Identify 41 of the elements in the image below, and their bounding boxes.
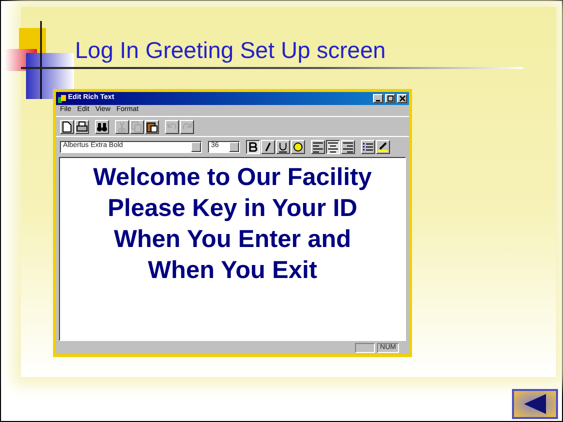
highlighter-button[interactable] <box>376 140 390 154</box>
bold-icon <box>247 140 259 152</box>
close-icon <box>398 95 406 102</box>
clipboard-icon <box>146 120 158 132</box>
document-text-line: When You Enter and <box>114 225 352 255</box>
highlighter-icon <box>377 140 389 152</box>
underline-icon <box>277 140 289 152</box>
bullets-icon <box>362 140 374 152</box>
copy-icon <box>131 120 143 132</box>
underline-button[interactable] <box>276 140 290 154</box>
maximize-button[interactable] <box>385 94 395 103</box>
new-document-icon <box>61 120 73 132</box>
align-right-button[interactable] <box>341 140 355 154</box>
new-document-button[interactable] <box>60 120 74 134</box>
close-button[interactable] <box>397 94 407 103</box>
bold-button[interactable] <box>246 140 260 154</box>
binoculars-button[interactable] <box>95 120 109 134</box>
align-center-button[interactable] <box>326 140 340 154</box>
align-right-icon <box>342 140 354 152</box>
back-button[interactable] <box>512 389 558 419</box>
minimize-button[interactable] <box>373 94 383 103</box>
printer-button[interactable] <box>75 120 89 134</box>
color-icon <box>292 140 304 152</box>
binoculars-icon <box>96 120 108 132</box>
app-icon <box>58 94 66 102</box>
status-pane <box>355 342 376 352</box>
document-text-line: Please Key in Your ID <box>108 194 358 224</box>
italic-button[interactable] <box>261 140 275 154</box>
document-text-line: When You Exit <box>148 256 318 286</box>
align-center-icon <box>327 140 339 152</box>
scissors-icon <box>116 120 128 132</box>
printer-icon <box>76 120 88 132</box>
slide-title: Log In Greeting Set Up screen <box>75 37 386 65</box>
bullets-button[interactable] <box>361 140 375 154</box>
align-left-icon <box>312 140 324 152</box>
clipboard-button[interactable] <box>145 120 159 134</box>
back-arrow-icon <box>522 392 548 415</box>
document-text-line: Welcome to Our Facility <box>93 163 372 193</box>
color-button[interactable] <box>291 140 305 154</box>
maximize-icon <box>386 95 394 102</box>
align-left-button[interactable] <box>311 140 325 154</box>
